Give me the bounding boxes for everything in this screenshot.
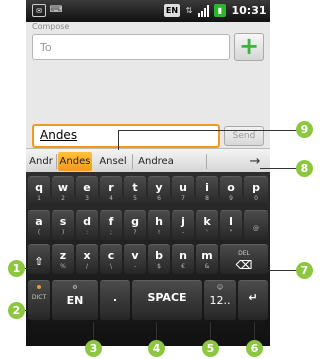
key-f[interactable]: f; — [100, 210, 122, 240]
keyboard-icon: ⌨ — [49, 5, 63, 15]
add-recipient-button[interactable]: + — [234, 33, 264, 61]
message-field[interactable]: Andes — [32, 124, 220, 148]
suggestion-item-selected[interactable]: Andes — [58, 152, 92, 171]
delete-key[interactable]: DEL ⌫ — [220, 244, 268, 274]
key-g[interactable]: g? — [124, 210, 146, 240]
key-c[interactable]: c \ — [100, 244, 122, 274]
callout-line — [260, 168, 298, 169]
numbers-key[interactable]: ☺ 12.. — [204, 280, 236, 320]
key-t[interactable]: t5 — [124, 176, 146, 206]
callout-badge: 7 — [296, 262, 313, 279]
period-key[interactable]: . — [100, 280, 130, 320]
suggestion-item[interactable]: Ansel — [96, 152, 130, 171]
sms-notification-icon: ✉ — [32, 4, 46, 17]
callout-line — [156, 322, 157, 342]
network-icon: ⇅ — [185, 6, 193, 15]
enter-key[interactable]: ↵ — [238, 280, 268, 320]
callout-badge: 9 — [296, 121, 313, 138]
callout-line — [118, 130, 119, 150]
suggestion-divider — [56, 154, 57, 169]
key-k[interactable]: k ' — [196, 210, 218, 240]
callout-badge: 6 — [246, 340, 263, 357]
callout-line — [93, 322, 94, 342]
callout-badge: 3 — [85, 340, 102, 357]
key-d[interactable]: d: — [76, 210, 98, 240]
key-p[interactable]: p0 — [244, 176, 268, 206]
key-h[interactable]: h! — [148, 210, 170, 240]
smiley-icon: ☺ — [216, 284, 224, 291]
key-y[interactable]: y6 — [148, 176, 170, 206]
backspace-icon: ⌫ — [235, 258, 253, 272]
send-button[interactable]: Send — [224, 126, 264, 146]
suggestion-bar: Andr Andes Ansel Andrea → — [26, 148, 270, 172]
key-x[interactable]: x / — [76, 244, 98, 274]
callout-line — [268, 270, 298, 271]
callout-badge: 4 — [148, 340, 165, 357]
globe-icon: ⚙ — [72, 284, 78, 291]
message-row: Andes Send — [26, 122, 270, 148]
phone-screen: ✉ ⌨ EN ⇅ ▮ 10:31 Compose To + Andes Send — [26, 0, 270, 346]
callout-badge: 2 — [8, 302, 25, 319]
to-field[interactable]: To — [32, 34, 230, 60]
key-u[interactable]: u7 — [172, 176, 194, 206]
callout-badge: 8 — [296, 160, 313, 177]
key-v[interactable]: v- — [124, 244, 146, 274]
signal-icon — [197, 4, 211, 17]
suggestion-divider — [206, 154, 207, 169]
language-key[interactable]: ⚙ EN — [52, 280, 98, 320]
key-n[interactable]: n € — [172, 244, 194, 274]
annotated-screenshot: ✉ ⌨ EN ⇅ ▮ 10:31 Compose To + Andes Send — [0, 0, 321, 359]
status-bar: ✉ ⌨ EN ⇅ ▮ 10:31 — [26, 0, 270, 22]
shift-key[interactable]: ⇧ — [28, 244, 50, 274]
key-e[interactable]: e3 — [76, 176, 98, 206]
key-o[interactable]: o9 — [220, 176, 242, 206]
enter-icon: ↵ — [248, 291, 258, 304]
callout-line — [24, 310, 34, 311]
callout-line — [118, 130, 298, 131]
key-at[interactable]: @ — [244, 210, 268, 240]
key-j[interactable]: j- — [172, 210, 194, 240]
space-key[interactable]: SPACE — [132, 280, 202, 320]
callout-badge: 5 — [202, 340, 219, 357]
soft-keyboard: q1 w2 e3 r4 t5 y6 u7 i8 o9 p0 a( s) d: f… — [26, 172, 270, 346]
key-q[interactable]: q1 — [28, 176, 50, 206]
callout-line — [210, 322, 211, 342]
callout-line — [24, 268, 36, 269]
key-b[interactable]: b $ — [148, 244, 170, 274]
key-m[interactable]: m & — [196, 244, 218, 274]
dict-key[interactable]: DICT — [28, 280, 50, 320]
compose-title: Compose — [32, 22, 70, 31]
key-a[interactable]: a( — [28, 210, 50, 240]
key-w[interactable]: w2 — [52, 176, 74, 206]
key-l[interactable]: l " — [220, 210, 242, 240]
key-z[interactable]: z% — [52, 244, 74, 274]
suggestion-item[interactable]: Andrea — [136, 152, 176, 171]
callout-badge: 1 — [8, 260, 25, 277]
key-s[interactable]: s) — [52, 210, 74, 240]
key-i[interactable]: i8 — [196, 176, 218, 206]
clock-time: 10:31 — [231, 4, 267, 17]
language-badge: EN — [164, 4, 180, 17]
callout-line — [254, 322, 255, 342]
battery-icon: ▮ — [214, 4, 226, 17]
suggestion-item[interactable]: Andr — [28, 152, 54, 171]
shift-arrow-icon: ⇧ — [34, 255, 44, 268]
key-r[interactable]: r4 — [100, 176, 122, 206]
suggestion-divider — [132, 154, 133, 169]
compose-header: Compose To + — [26, 22, 270, 122]
